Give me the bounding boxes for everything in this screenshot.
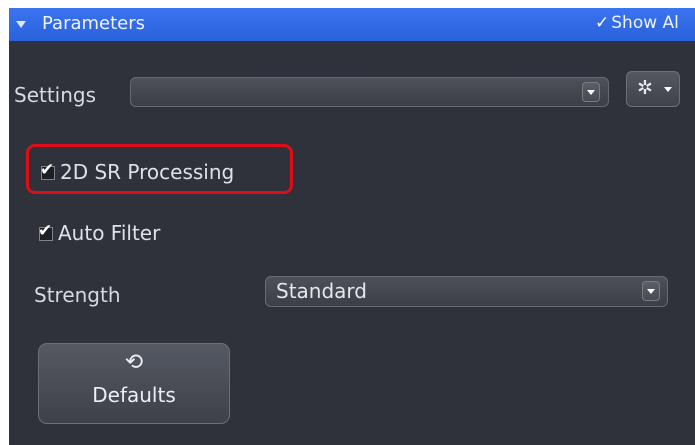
strength-value: Standard [276, 279, 367, 303]
collapse-arrow-icon[interactable] [16, 21, 26, 28]
settings-dropdown-arrow-icon[interactable] [582, 82, 600, 102]
gear-icon: ✲ [637, 77, 653, 99]
settings-dropdown[interactable] [130, 77, 609, 107]
show-all-toggle[interactable]: ✓ Show Al [595, 13, 679, 33]
auto-filter-option[interactable]: Auto Filter [38, 221, 161, 245]
show-all-label: Show Al [611, 13, 679, 33]
checkmark-icon: ✓ [595, 13, 610, 33]
defaults-button[interactable]: ⟲ Defaults [38, 343, 230, 424]
auto-filter-checkbox[interactable] [38, 221, 53, 241]
settings-gear-button[interactable]: ✲ [626, 71, 680, 107]
sr-processing-label: 2D SR Processing [60, 160, 235, 184]
parameters-panel: Parameters ✓Show Al Settings ✲ 2D SR Pro… [9, 8, 695, 445]
panel-title: Parameters [42, 13, 146, 34]
strength-dropdown[interactable]: Standard [265, 276, 668, 307]
sr-processing-option[interactable]: 2D SR Processing [40, 160, 235, 184]
parameters-header[interactable]: Parameters ✓ Show Al [9, 8, 695, 41]
defaults-label: Defaults [92, 383, 176, 407]
sr-processing-checkbox[interactable] [40, 160, 55, 180]
undo-icon: ⟲ [124, 350, 144, 375]
settings-label: Settings [14, 83, 97, 107]
strength-dropdown-arrow-icon[interactable] [642, 281, 660, 301]
strength-label: Strength [34, 283, 121, 307]
auto-filter-label: Auto Filter [58, 221, 161, 245]
chevron-down-icon [664, 87, 672, 92]
